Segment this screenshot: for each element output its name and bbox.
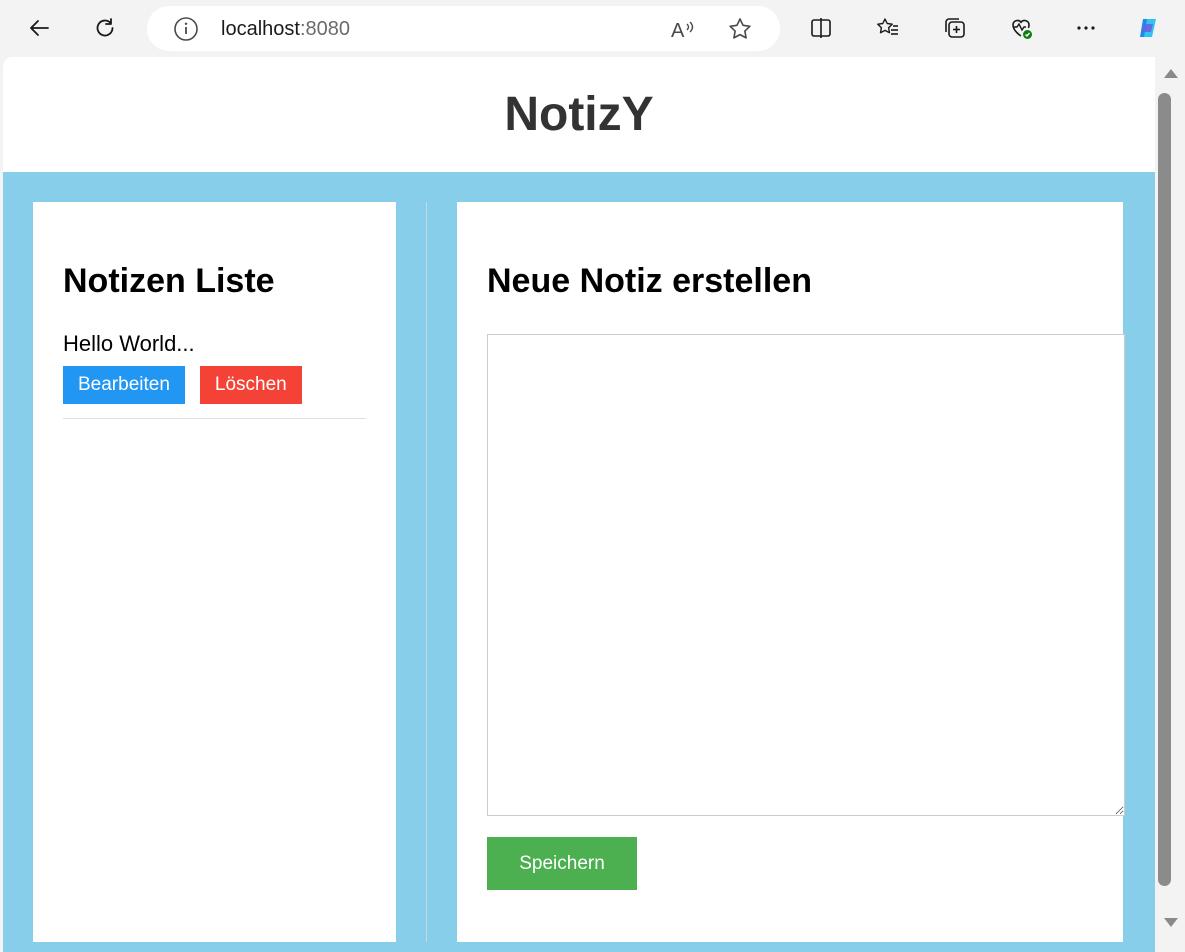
svg-text:A: A <box>671 20 685 42</box>
collections-icon[interactable] <box>937 10 973 46</box>
url-host: localhost <box>221 18 300 40</box>
edit-button[interactable]: Bearbeiten <box>63 366 185 405</box>
note-text: Hello World... <box>63 331 195 357</box>
favorite-star-icon[interactable] <box>727 16 755 42</box>
note-actions: Bearbeiten Löschen <box>63 366 366 405</box>
scroll-down-arrow-icon[interactable] <box>1164 918 1178 927</box>
notes-list-panel: Notizen Liste Hello World... Bearbeiten … <box>33 202 396 942</box>
refresh-icon[interactable] <box>87 10 123 46</box>
delete-button[interactable]: Löschen <box>199 366 302 405</box>
copilot-icon[interactable] <box>1130 10 1166 46</box>
scroll-thumb[interactable] <box>1158 93 1171 886</box>
split-screen-icon[interactable] <box>803 10 839 46</box>
note-textarea[interactable] <box>487 334 1125 817</box>
browser-toolbar: localhost:8080 A <box>0 0 1185 58</box>
url-port: :8080 <box>299 18 350 40</box>
new-note-heading: Neue Notiz erstellen <box>487 262 812 300</box>
more-icon[interactable] <box>1068 10 1104 46</box>
panel-divider <box>426 202 427 942</box>
url-text[interactable]: localhost:8080 <box>221 18 350 41</box>
favorites-icon[interactable] <box>870 10 906 46</box>
read-aloud-icon[interactable]: A <box>669 16 697 42</box>
app-header: NotizY <box>3 57 1155 172</box>
page-viewport: NotizY Notizen Liste Hello World... Bear… <box>3 57 1155 952</box>
info-icon[interactable] <box>173 16 199 42</box>
app-title: NotizY <box>504 88 654 141</box>
new-note-panel: Neue Notiz erstellen Speichern <box>457 202 1125 942</box>
browser-essentials-icon[interactable] <box>1003 10 1039 46</box>
scroll-up-arrow-icon[interactable] <box>1164 69 1178 78</box>
notes-list-heading: Notizen Liste <box>63 262 275 300</box>
address-bar[interactable]: localhost:8080 A <box>147 6 780 51</box>
save-button[interactable]: Speichern <box>487 837 637 891</box>
list-item: Hello World... Bearbeiten Löschen <box>63 331 366 420</box>
back-arrow-icon[interactable] <box>21 10 57 46</box>
scrollbar[interactable] <box>1155 57 1185 952</box>
